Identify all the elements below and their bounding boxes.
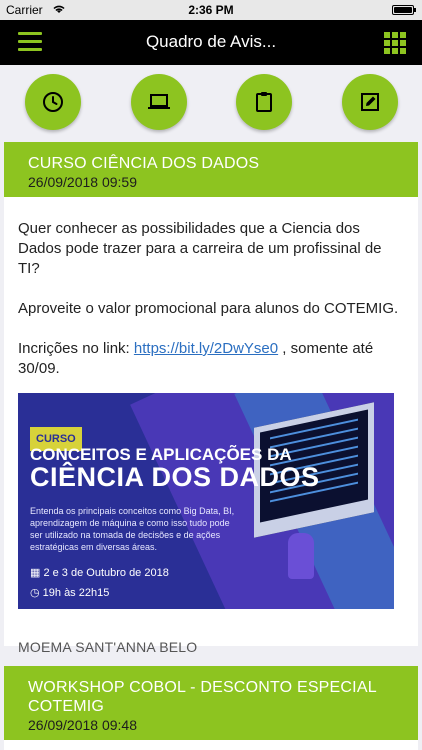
card-date: 26/09/2018 09:59: [28, 174, 137, 190]
notice-card: CURSO CIÊNCIA DOS DADOS 26/09/2018 09:59…: [4, 142, 418, 655]
card-paragraph: Aproveite o valor promocional para aluno…: [18, 300, 399, 317]
grid-icon-cell: [392, 32, 398, 38]
card-paragraph: Quer conhecer as possibilidades que a Ci…: [18, 220, 382, 277]
grid-icon-cell: [384, 40, 390, 46]
edit-button[interactable]: [342, 74, 398, 130]
banner-description: Entenda os principais conceitos como Big…: [30, 506, 235, 552]
navigation-bar: Quadro de Avis...: [0, 20, 422, 65]
clipboard-button[interactable]: [236, 74, 292, 130]
course-banner-image: CURSO CONCEITOS E APLICAÇÕES DA CIÊNCIA …: [18, 393, 394, 609]
status-bar: Carrier 2:36 PM: [0, 0, 422, 20]
card-header[interactable]: WORKSHOP COBOL - DESCONTO ESPECIAL COTEM…: [4, 666, 418, 740]
grid-icon-cell: [384, 32, 390, 38]
grid-icon-cell: [400, 40, 406, 46]
banner-title: CIÊNCIA DOS DADOS: [30, 462, 320, 492]
card-paragraph: Incrições no link: https://bit.ly/2DwYse…: [18, 339, 404, 379]
card-body: Quer conhecer as possibilidades que a Ci…: [4, 197, 418, 637]
edit-icon: [361, 93, 379, 111]
card-title: CURSO CIÊNCIA DOS DADOS: [28, 155, 260, 172]
clipboard-icon: [256, 92, 272, 112]
card-title: WORKSHOP COBOL - DESCONTO ESPECIAL COTEM…: [28, 679, 377, 715]
person-illustration: [288, 533, 314, 579]
grid-icon-cell: [384, 48, 390, 54]
grid-icon-cell: [392, 40, 398, 46]
notice-feed[interactable]: CURSO CIÊNCIA DOS DADOS 26/09/2018 09:59…: [0, 140, 422, 750]
calendar-icon: ▦: [30, 567, 44, 579]
banner-date-text: 2 e 3 de Outubro de 2018: [43, 567, 169, 579]
link-prefix: Incrições no link:: [18, 340, 134, 357]
banner-hours: ◷ 19h às 22h15: [30, 583, 109, 603]
grid-icon-cell: [400, 32, 406, 38]
card-date: 26/09/2018 09:48: [28, 717, 137, 733]
page-title: Quadro de Avis...: [145, 32, 277, 51]
grid-menu-button[interactable]: [384, 32, 406, 54]
grid-icon-cell: [392, 48, 398, 54]
card-header[interactable]: CURSO CIÊNCIA DOS DADOS 26/09/2018 09:59: [4, 142, 418, 197]
grid-icon-cell: [400, 48, 406, 54]
laptop-button[interactable]: [131, 74, 187, 130]
clock-icon: ◷: [30, 587, 43, 599]
notice-card: WORKSHOP COBOL - DESCONTO ESPECIAL COTEM…: [4, 666, 418, 750]
banner-hours-text: 19h às 22h15: [42, 587, 110, 599]
clock-icon: [43, 92, 63, 112]
clock-button[interactable]: [25, 74, 81, 130]
laptop-icon: [148, 94, 170, 109]
banner-date: ▦ 2 e 3 de Outubro de 2018: [30, 563, 169, 583]
battery-icon: [392, 5, 416, 15]
status-time: 2:36 PM: [188, 3, 234, 17]
registration-link[interactable]: https://bit.ly/2DwYse0: [134, 340, 278, 357]
action-button-bar: [0, 65, 422, 140]
card-author: MOEMA SANT'ANNA BELO: [18, 639, 198, 655]
